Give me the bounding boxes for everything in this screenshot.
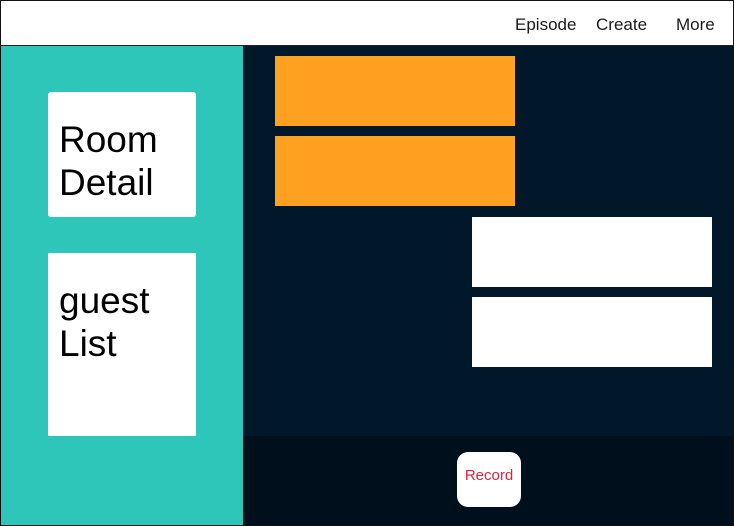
app-frame: Episode Create More Room Detail guest Li… <box>0 0 734 526</box>
room-detail-card[interactable]: Room Detail <box>48 92 196 217</box>
bottom-control-bar: Record <box>243 436 733 525</box>
orange-block-2 <box>275 136 515 206</box>
white-block-2 <box>472 297 712 367</box>
guest-list-card[interactable]: guest List <box>48 253 196 436</box>
nav-more[interactable]: More <box>676 15 715 35</box>
nav-create[interactable]: Create <box>596 15 647 35</box>
top-nav-bar: Episode Create More <box>1 1 733 46</box>
record-button[interactable]: Record <box>457 452 521 507</box>
sidebar: Room Detail guest List <box>1 46 243 525</box>
white-block-1 <box>472 217 712 287</box>
nav-episode[interactable]: Episode <box>515 15 576 35</box>
guest-list-title: guest List <box>59 280 150 364</box>
orange-block-1 <box>275 56 515 126</box>
main-stage <box>243 46 733 436</box>
room-detail-title: Room Detail <box>59 119 158 203</box>
